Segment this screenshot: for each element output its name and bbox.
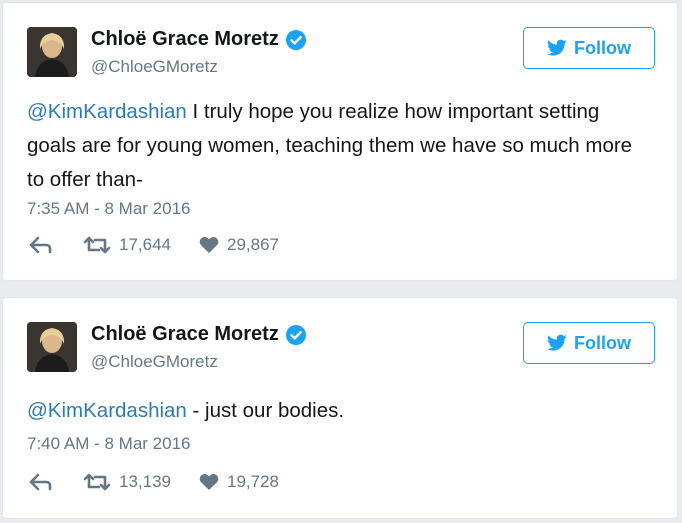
mention-link[interactable]: @KimKardashian — [27, 100, 187, 123]
follow-button-label: Follow — [574, 37, 631, 58]
retweet-button[interactable]: 13,139 — [83, 472, 171, 492]
twitter-bird-icon — [547, 39, 567, 56]
mention-link[interactable]: @KimKardashian — [27, 399, 187, 422]
author-handle[interactable]: @ChloeGMoretz — [91, 57, 218, 77]
author-name-row[interactable]: Chloë Grace Moretz — [91, 323, 307, 346]
heart-icon — [199, 237, 219, 253]
like-button[interactable]: 19,728 — [199, 472, 279, 492]
like-count: 19,728 — [227, 472, 279, 491]
tweet-card: Chloë Grace Moretz @ChloeGMoretz Follow … — [2, 2, 678, 281]
follow-button-label: Follow — [574, 332, 631, 353]
retweet-icon — [83, 236, 111, 254]
reply-arrow-icon — [29, 473, 52, 491]
author-name-row[interactable]: Chloë Grace Moretz — [91, 28, 307, 51]
follow-button[interactable]: Follow — [523, 322, 655, 364]
author-name[interactable]: Chloë Grace Moretz — [91, 28, 279, 51]
twitter-bird-icon — [547, 334, 567, 351]
tweet-actions: 13,139 19,728 — [29, 472, 279, 492]
author-name[interactable]: Chloë Grace Moretz — [91, 323, 279, 346]
author-handle[interactable]: @ChloeGMoretz — [91, 352, 218, 372]
tweet-card: Chloë Grace Moretz @ChloeGMoretz Follow … — [2, 297, 678, 519]
tweet-text: @KimKardashian I truly hope you realize … — [27, 95, 653, 197]
retweet-count: 17,644 — [119, 235, 171, 254]
verified-badge-icon — [285, 324, 307, 346]
timestamp[interactable]: 7:40 AM - 8 Mar 2016 — [27, 434, 190, 454]
retweet-button[interactable]: 17,644 — [83, 235, 171, 255]
avatar[interactable] — [27, 322, 77, 372]
reply-button[interactable] — [29, 236, 53, 254]
like-button[interactable]: 29,867 — [199, 235, 279, 255]
reply-arrow-icon — [29, 236, 52, 254]
follow-button[interactable]: Follow — [523, 27, 655, 69]
tweet-body: - just our bodies. — [186, 399, 345, 422]
reply-button[interactable] — [29, 473, 53, 491]
retweet-icon — [83, 473, 111, 491]
tweet-actions: 17,644 29,867 — [29, 235, 279, 255]
heart-icon — [199, 474, 219, 490]
timestamp[interactable]: 7:35 AM - 8 Mar 2016 — [27, 199, 190, 219]
tweet-text: @KimKardashian - just our bodies. — [27, 394, 653, 428]
retweet-count: 13,139 — [119, 472, 171, 491]
avatar[interactable] — [27, 27, 77, 77]
verified-badge-icon — [285, 29, 307, 51]
like-count: 29,867 — [227, 235, 279, 254]
